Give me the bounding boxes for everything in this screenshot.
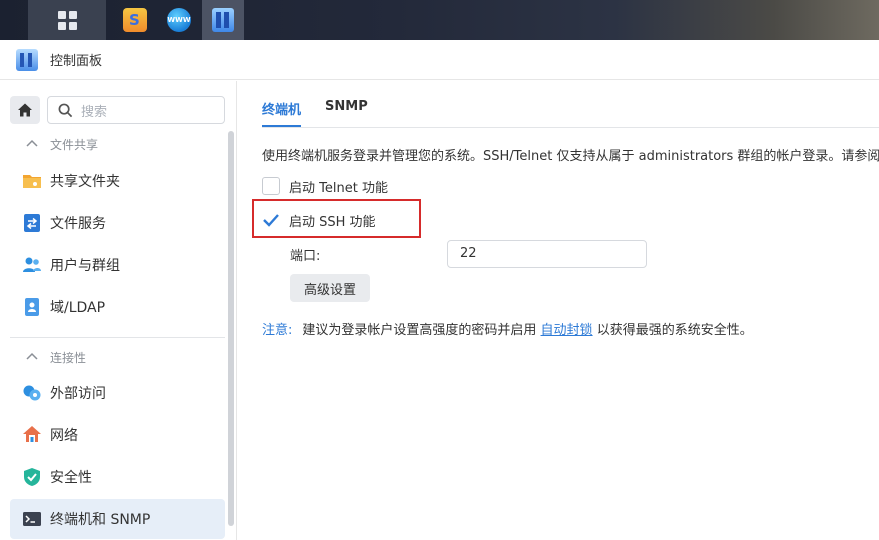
www-icon: WWW bbox=[167, 8, 191, 32]
note-label: 注意: bbox=[262, 323, 293, 338]
port-label: 端口: bbox=[290, 249, 321, 264]
sidebar-scrollbar[interactable] bbox=[228, 131, 234, 526]
chevron-up-icon bbox=[26, 139, 38, 147]
ssh-label: 启动 SSH 功能 bbox=[289, 214, 376, 230]
folder-icon bbox=[23, 175, 41, 188]
web-station-button[interactable]: WWW bbox=[158, 0, 200, 40]
group-header-connectivity[interactable]: 连接性 bbox=[10, 346, 86, 368]
main-menu-button[interactable] bbox=[28, 0, 106, 40]
sidebar-item-domain-ldap[interactable]: 域/LDAP bbox=[10, 287, 225, 327]
control-panel-icon bbox=[16, 48, 38, 71]
note-text-after: 以获得最强的系统安全性。 bbox=[596, 323, 753, 338]
sidebar: 搜索 文件共享 共享文件夹 文件服务 用户与群组 域/LDAP 连接性 外部访问… bbox=[0, 81, 237, 540]
terminal-icon bbox=[23, 512, 41, 526]
domain-icon bbox=[25, 298, 39, 316]
shield-icon bbox=[24, 468, 40, 486]
tab-bar: 终端机 SNMP bbox=[262, 99, 392, 127]
group-header-file-sharing[interactable]: 文件共享 bbox=[10, 133, 98, 155]
tab-terminal[interactable]: 终端机 bbox=[262, 99, 302, 127]
port-input[interactable]: 22 bbox=[447, 240, 647, 268]
search-input[interactable]: 搜索 bbox=[47, 96, 225, 124]
telnet-option[interactable]: 启动 Telnet 功能 bbox=[262, 175, 388, 197]
search-placeholder: 搜索 bbox=[81, 104, 108, 120]
security-note: 注意: 建议为登录帐户设置高强度的密码并启用 自动封锁 以获得最强的系统安全性。 bbox=[262, 319, 753, 338]
network-home-icon bbox=[23, 426, 41, 442]
telnet-label: 启动 Telnet 功能 bbox=[289, 180, 388, 196]
main-panel: 终端机 SNMP 使用终端机服务登录并管理您的系统。SSH/Telnet 仅支持… bbox=[238, 81, 879, 540]
package-center-button[interactable] bbox=[114, 0, 156, 40]
sidebar-item-shared-folder[interactable]: 共享文件夹 bbox=[10, 161, 225, 201]
control-panel-icon bbox=[212, 8, 234, 32]
sidebar-item-external-access[interactable]: 外部访问 bbox=[10, 373, 225, 413]
taskbar: WWW bbox=[0, 0, 879, 40]
description-text: 使用终端机服务登录并管理您的系统。SSH/Telnet 仅支持从属于 admin… bbox=[262, 149, 879, 164]
ssh-option[interactable]: 启动 SSH 功能 bbox=[262, 209, 376, 231]
tab-divider bbox=[262, 127, 879, 128]
sidebar-item-security[interactable]: 安全性 bbox=[10, 457, 225, 497]
note-text-before: 建议为登录帐户设置高强度的密码并启用 bbox=[302, 323, 537, 338]
home-button[interactable] bbox=[10, 96, 40, 124]
window-titlebar: 控制面板 bbox=[0, 40, 879, 80]
external-access-icon bbox=[23, 385, 41, 401]
sidebar-divider bbox=[10, 337, 225, 338]
file-services-icon bbox=[24, 214, 40, 232]
auto-block-link[interactable]: 自动封锁 bbox=[541, 323, 593, 338]
sidebar-item-file-services[interactable]: 文件服务 bbox=[10, 203, 225, 243]
advanced-settings-button[interactable]: 高级设置 bbox=[290, 274, 370, 302]
window-title: 控制面板 bbox=[50, 54, 103, 69]
grid-icon bbox=[57, 10, 77, 30]
users-icon bbox=[23, 257, 41, 272]
package-icon bbox=[123, 8, 147, 32]
telnet-checkbox[interactable] bbox=[262, 177, 280, 195]
sidebar-item-terminal-snmp[interactable]: 终端机和 SNMP bbox=[10, 499, 225, 539]
search-icon bbox=[58, 103, 73, 117]
chevron-up-icon bbox=[26, 352, 38, 360]
tab-snmp[interactable]: SNMP bbox=[325, 99, 368, 127]
ssh-checkbox[interactable] bbox=[262, 211, 280, 229]
sidebar-item-network[interactable]: 网络 bbox=[10, 415, 225, 455]
home-icon bbox=[18, 103, 32, 117]
sidebar-item-users-groups[interactable]: 用户与群组 bbox=[10, 245, 225, 285]
control-panel-taskbar-button[interactable] bbox=[202, 0, 244, 40]
checkmark-icon bbox=[263, 214, 279, 227]
